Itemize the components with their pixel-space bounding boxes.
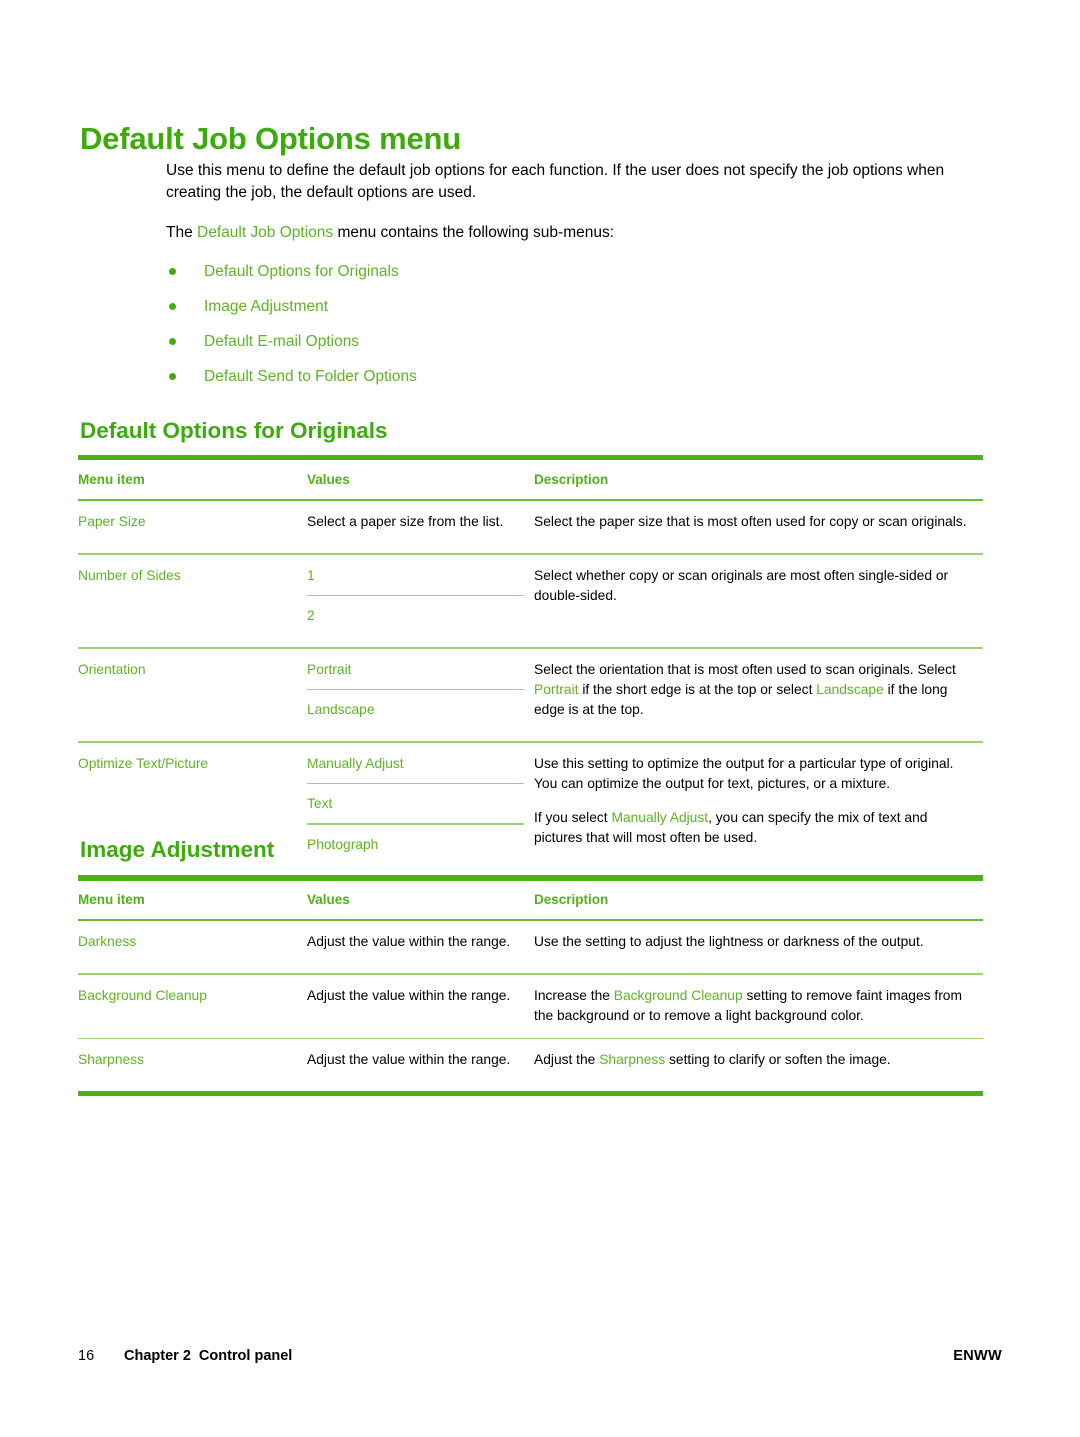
submenu-intro-paragraph: The Default Job Options menu contains th…	[166, 224, 615, 241]
list-item[interactable]: Default Send to Folder Options	[166, 367, 984, 386]
submenu-list: Default Options for Originals Image Adjus…	[166, 262, 984, 386]
description-paragraph: Select the paper size that is most often…	[534, 514, 967, 529]
bullet-dot-icon	[169, 303, 176, 310]
cell-values: 12	[307, 566, 534, 636]
cell-description: Use this setting to optimize the output …	[534, 754, 983, 864]
value-entry: Select a paper size from the list.	[307, 514, 504, 529]
column-header-menu-item: Menu item	[78, 892, 145, 907]
table-row: Orientation Portrait Landscape Select the o…	[78, 649, 983, 742]
footer-right-label: ENWW	[953, 1348, 1002, 1364]
value-entry: Landscape	[307, 702, 375, 717]
bullet-dot-icon	[169, 373, 176, 380]
cell-description: Select whether copy or scan originals ar…	[534, 566, 983, 636]
description-paragraph: Select the orientation that is most ofte…	[534, 661, 956, 717]
cross-reference-link[interactable]: Background Cleanup	[614, 988, 743, 1003]
cross-reference-link[interactable]: Default Job Options	[197, 224, 333, 241]
description-paragraph: Adjust the Sharpness setting to clarify …	[534, 1052, 891, 1067]
description-paragraph: Use the setting to adjust the lightness …	[534, 934, 924, 949]
value-entry: Portrait	[307, 661, 352, 677]
table-header-row: Menu item Values Description	[78, 880, 983, 919]
table-row: Number of Sides 1 2 Select whether copy or …	[78, 555, 983, 648]
page-title: Default Job Options menu	[80, 120, 461, 156]
value-entry: Adjust the value within the range.	[307, 987, 511, 1003]
value-entry: Manually Adjust	[307, 755, 404, 771]
cross-reference-link[interactable]: Portrait	[534, 682, 578, 697]
cell-menu-item: Orientation	[78, 661, 146, 677]
cell-description: Adjust the Sharpness setting to clarify …	[534, 1050, 983, 1079]
value-entry: Photograph	[307, 836, 379, 852]
value-entry: Adjust the value within the range.	[307, 934, 511, 949]
value-separator	[307, 823, 524, 825]
cell-values: Portrait Landscape	[307, 660, 534, 730]
submenu-link[interactable]: Default Options for Originals	[204, 263, 399, 280]
description-paragraph: Increase the Background Cleanup setting …	[534, 987, 962, 1023]
list-item[interactable]: Image Adjustment	[166, 297, 984, 316]
cell-menu-item: Paper Size	[78, 514, 146, 529]
table-image-adjustment: Menu item Values Description Darkness Adjust…	[78, 875, 983, 1096]
cross-reference-link[interactable]: Sharpness	[599, 1052, 665, 1067]
section-heading-image-adjustment: Image Adjustment	[80, 837, 275, 862]
table-header-row: Menu item Values Description	[78, 460, 983, 499]
submenu-link[interactable]: Default Send to Folder Options	[204, 368, 417, 385]
cell-values: Manually Adjust Text Photograph	[307, 754, 534, 864]
list-item[interactable]: Default Options for Originals	[166, 262, 984, 281]
submenu-link[interactable]: Image Adjustment	[204, 298, 328, 315]
cell-values: Adjust the value within the range.	[307, 986, 534, 1026]
footer-page-number: 16	[78, 1348, 95, 1364]
cell-description: Select the paper size that is most often…	[534, 512, 983, 541]
footer-left: 16 Chapter 2 Control panel	[78, 1348, 292, 1364]
cell-menu-item: Number of Sides	[78, 567, 181, 583]
cell-menu-item: Darkness	[78, 934, 137, 949]
table-row: Background Cleanup Adjust the value withi…	[78, 975, 983, 1038]
submenu-link[interactable]: Default E-mail Options	[204, 333, 359, 350]
description-paragraph: Select whether copy or scan originals ar…	[534, 567, 949, 603]
intro-paragraph: Use this menu to define the default job …	[166, 162, 945, 201]
table-row: Paper Size Select a paper size from the l…	[78, 501, 983, 553]
column-header-values: Values	[307, 892, 350, 907]
bullet-dot-icon	[169, 268, 176, 275]
cell-description: Use the setting to adjust the lightness …	[534, 932, 983, 961]
cell-values: Adjust the value within the range.	[307, 1050, 534, 1079]
cell-values: Adjust the value within the range.	[307, 932, 534, 961]
value-separator	[307, 594, 524, 596]
cell-description: Increase the Background Cleanup setting …	[534, 986, 983, 1026]
description-paragraph: Use this setting to optimize the output …	[534, 755, 954, 791]
cross-reference-link[interactable]: Landscape	[816, 682, 884, 697]
description-paragraph: If you select Manually Adjust, you can s…	[534, 809, 928, 845]
cell-menu-item: Background Cleanup	[78, 987, 207, 1003]
table-row: Sharpness Adjust the value within the ran…	[78, 1039, 983, 1091]
value-separator	[307, 688, 524, 690]
bullet-dot-icon	[169, 338, 176, 345]
value-entry: 1	[307, 567, 315, 583]
table-bottom-rule	[78, 1091, 983, 1096]
footer-chapter-title: Control panel	[198, 1348, 293, 1364]
value-entry: 2	[307, 608, 315, 623]
cross-reference-link[interactable]: Manually Adjust	[611, 810, 708, 825]
column-header-description: Description	[534, 472, 609, 487]
column-header-values: Values	[307, 472, 350, 487]
value-entry: Text	[307, 796, 333, 811]
footer-chapter: Chapter 2	[124, 1348, 191, 1364]
cell-values: Select a paper size from the list.	[307, 512, 534, 541]
value-separator	[307, 782, 524, 784]
column-header-description: Description	[534, 892, 609, 907]
cell-menu-item: Sharpness	[78, 1052, 144, 1067]
table-row: Darkness Adjust the value within the rang…	[78, 921, 983, 973]
list-item[interactable]: Default E-mail Options	[166, 332, 984, 351]
page-footer: 16 Chapter 2 Control panel ENWW	[78, 1348, 1002, 1364]
column-header-menu-item: Menu item	[78, 472, 145, 487]
value-entry: Adjust the value within the range.	[307, 1052, 511, 1067]
intro-block: Use this menu to define the default job …	[166, 160, 984, 402]
cell-description: Select the orientation that is most ofte…	[534, 660, 983, 730]
section-heading-default-options-for-originals: Default Options for Originals	[80, 418, 388, 443]
table-default-options-for-originals: Menu item Values Description Paper Size Sele…	[78, 455, 983, 881]
document-page: Default Job Options menu Use this menu t…	[0, 0, 1080, 1437]
